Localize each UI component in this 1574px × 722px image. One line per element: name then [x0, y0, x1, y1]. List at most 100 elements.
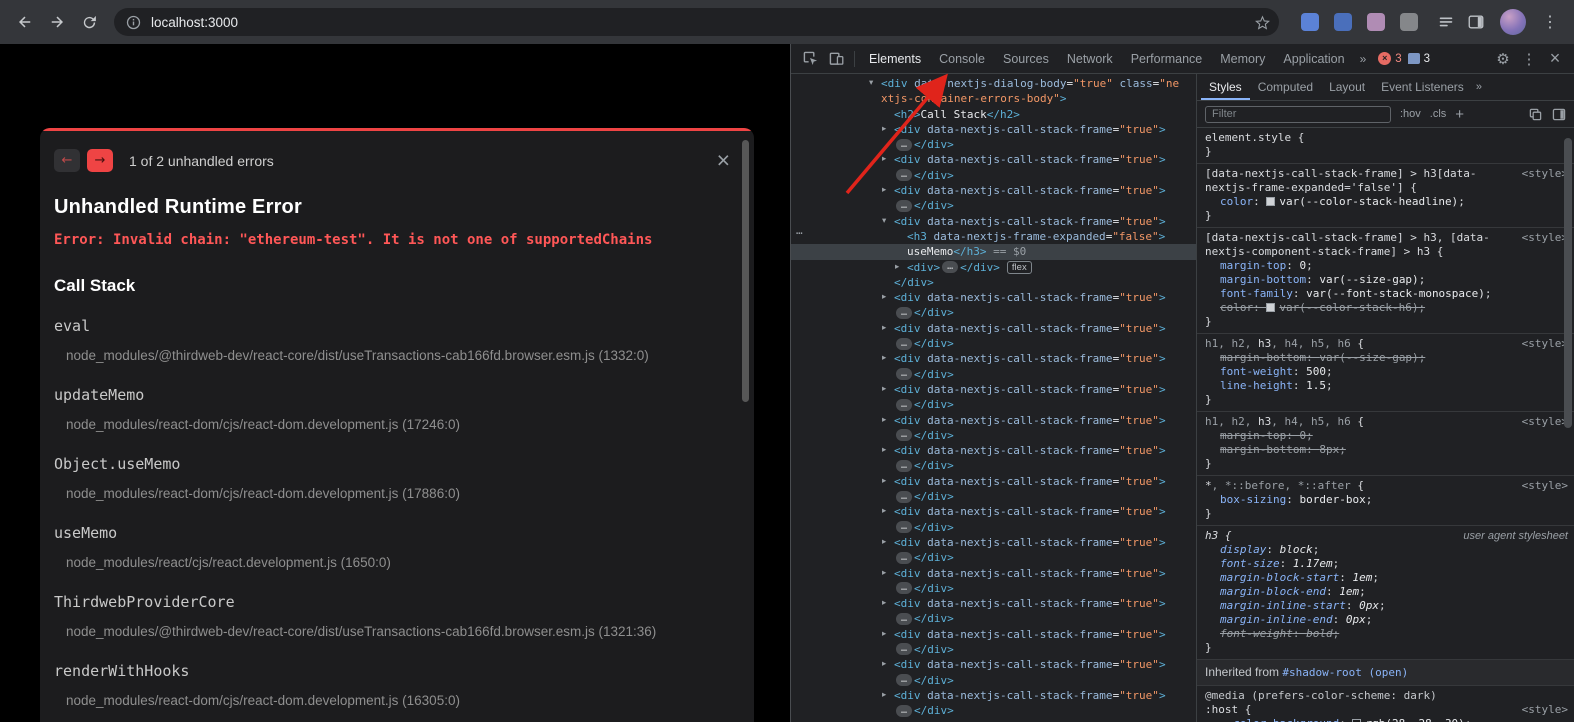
tree-node-line[interactable]: ▸<div data-nextjs-call-stack-frame="true… — [791, 321, 1196, 336]
devtools-tab-performance[interactable]: Performance — [1122, 44, 1212, 74]
tree-node-line[interactable]: <h2>Call Stack</h2> — [791, 107, 1196, 122]
side-panel-icon[interactable] — [1462, 8, 1490, 36]
site-info-icon[interactable] — [126, 15, 141, 30]
hover-state-button[interactable]: :hov — [1400, 108, 1421, 120]
tree-node-line[interactable]: …</div> — [791, 137, 1196, 152]
rule-origin-link[interactable]: <style> — [1522, 231, 1568, 245]
issue-count-badge[interactable]: 3 — [1408, 53, 1430, 65]
tree-node-line[interactable]: ▸<div data-nextjs-call-stack-frame="true… — [791, 183, 1196, 198]
css-declaration[interactable]: margin-inline-end: 0px; — [1205, 613, 1566, 627]
tree-node-line[interactable]: ▸<div data-nextjs-call-stack-frame="true… — [791, 382, 1196, 397]
inline-expand-button[interactable]: … — [896, 429, 912, 441]
disclosure-arrow-icon[interactable]: ▸ — [882, 627, 894, 642]
close-dialog-icon[interactable]: × — [717, 149, 730, 172]
disclosure-arrow-icon[interactable]: ▸ — [882, 413, 894, 428]
tree-node-line[interactable]: ▾<div data-nextjs-dialog-body="true" cla… — [791, 76, 1196, 91]
back-button[interactable] — [10, 7, 40, 37]
disclosure-arrow-icon[interactable]: ▸ — [882, 535, 894, 550]
disclosure-arrow-icon[interactable]: ▸ — [882, 596, 894, 611]
class-toggle-button[interactable]: .cls — [1430, 108, 1447, 120]
color-swatch[interactable] — [1266, 303, 1275, 312]
css-declaration[interactable]: line-height: 1.5; — [1205, 379, 1516, 393]
tree-node-line[interactable]: …</div> — [791, 336, 1196, 351]
disclosure-arrow-icon[interactable]: ▸ — [882, 351, 894, 366]
dialog-scrollbar[interactable] — [742, 140, 749, 402]
css-declaration[interactable]: margin-top: 0; — [1205, 259, 1516, 273]
disclosure-arrow-icon[interactable]: ▸ — [895, 260, 907, 275]
css-declaration[interactable]: font-size: 1.17em; — [1205, 557, 1566, 571]
disclosure-arrow-icon[interactable]: ▸ — [882, 122, 894, 137]
tree-node-line[interactable]: ▸<div data-nextjs-call-stack-frame="true… — [791, 504, 1196, 519]
tree-node-line[interactable]: ▸<div data-nextjs-call-stack-frame="true… — [791, 596, 1196, 611]
styles-tab-layout[interactable]: Layout — [1321, 74, 1373, 100]
inline-expand-button[interactable]: … — [896, 139, 912, 151]
styles-tab-computed[interactable]: Computed — [1250, 74, 1321, 100]
tree-node-line[interactable]: ▸<div data-nextjs-call-stack-frame="true… — [791, 122, 1196, 137]
inline-expand-button[interactable]: … — [942, 261, 958, 273]
tree-node-line[interactable]: <h3 data-nextjs-frame-expanded="false"> — [791, 229, 1196, 244]
rule-selector[interactable]: h1, h2, h3, h4, h5, h6 { — [1205, 337, 1516, 351]
tree-node-line[interactable]: …</div> — [791, 520, 1196, 535]
address-bar[interactable]: localhost:3000 — [114, 8, 1279, 36]
disclosure-arrow-icon[interactable]: ▸ — [882, 183, 894, 198]
inline-expand-button[interactable]: … — [896, 674, 912, 686]
rule-selector[interactable]: *, *::before, *::after { — [1205, 479, 1516, 493]
extension-icon-1[interactable] — [1301, 13, 1319, 31]
rule-selector[interactable]: element.style { — [1205, 131, 1516, 145]
forward-button[interactable] — [42, 7, 72, 37]
tree-node-line[interactable]: …</div> — [791, 367, 1196, 382]
devtools-tab-application[interactable]: Application — [1274, 44, 1353, 74]
extension-icon-2[interactable] — [1334, 13, 1352, 31]
inline-expand-button[interactable]: … — [896, 491, 912, 503]
close-devtools-icon[interactable]: × — [1542, 46, 1568, 72]
css-declaration[interactable]: font-weight: bold; — [1205, 627, 1566, 641]
tree-node-line[interactable]: ▸<div data-nextjs-call-stack-frame="true… — [791, 351, 1196, 366]
device-toolbar-icon[interactable] — [823, 46, 849, 72]
inline-expand-button[interactable]: … — [896, 200, 912, 212]
inspect-element-icon[interactable] — [797, 46, 823, 72]
rule-selector[interactable]: [data-nextjs-call-stack-frame] > h3[data… — [1205, 167, 1516, 195]
rule-selector[interactable]: [data-nextjs-call-stack-frame] > h3, [da… — [1205, 231, 1516, 259]
error-count-badge[interactable]: ×3 — [1378, 52, 1401, 65]
tree-node-line[interactable]: …</div> — [791, 489, 1196, 504]
inline-expand-button[interactable]: … — [896, 307, 912, 319]
css-declaration[interactable]: display: block; — [1205, 543, 1566, 557]
tree-node-line[interactable]: …</div> — [791, 550, 1196, 565]
rule-origin-link[interactable]: <style> — [1522, 337, 1568, 351]
reload-button[interactable] — [74, 7, 104, 37]
more-panels-icon[interactable]: » — [1354, 52, 1373, 66]
css-declaration[interactable]: margin-block-start: 1em; — [1205, 571, 1566, 585]
disclosure-arrow-icon[interactable]: ▸ — [882, 321, 894, 336]
devtools-tab-sources[interactable]: Sources — [994, 44, 1058, 74]
tree-node-line[interactable]: ▸<div data-nextjs-call-stack-frame="true… — [791, 535, 1196, 550]
disclosure-arrow-icon[interactable]: ▾ — [869, 76, 881, 91]
styles-tab-styles[interactable]: Styles — [1201, 74, 1250, 100]
disclosure-arrow-icon[interactable]: ▸ — [882, 152, 894, 167]
rule-selector[interactable]: h1, h2, h3, h4, h5, h6 { — [1205, 415, 1516, 429]
styles-scrollbar[interactable] — [1564, 138, 1572, 428]
previous-error-button[interactable]: ← — [54, 149, 80, 172]
more-sidebar-tabs-icon[interactable]: » — [1472, 74, 1486, 100]
tree-node-line[interactable]: ▸<div data-nextjs-call-stack-frame="true… — [791, 566, 1196, 581]
reading-list-icon[interactable] — [1432, 8, 1460, 36]
disclosure-arrow-icon[interactable]: ▾ — [882, 214, 894, 229]
disclosure-arrow-icon[interactable]: ▸ — [882, 443, 894, 458]
tree-node-line[interactable]: …</div> — [791, 703, 1196, 718]
disclosure-arrow-icon[interactable]: ▸ — [882, 566, 894, 581]
tree-node-line[interactable]: …</div> — [791, 305, 1196, 320]
tree-node-line[interactable]: …</div> — [791, 198, 1196, 213]
css-declaration[interactable]: --color-background: rgb(28, 28, 30); — [1205, 717, 1516, 722]
rule-origin-link[interactable]: <style> — [1522, 479, 1568, 493]
shadow-root-link[interactable]: #shadow-root (open) — [1282, 666, 1408, 679]
inline-expand-button[interactable]: … — [896, 460, 912, 472]
tree-node-line[interactable]: ▸<div data-nextjs-call-stack-frame="true… — [791, 443, 1196, 458]
rule-selector[interactable]: :host { — [1205, 703, 1516, 717]
settings-gear-icon[interactable]: ⚙ — [1490, 46, 1516, 72]
tree-node-line[interactable]: …</div> — [791, 673, 1196, 688]
css-declaration[interactable]: margin-top: 0; — [1205, 429, 1516, 443]
css-declaration[interactable]: margin-inline-start: 0px; — [1205, 599, 1566, 613]
tree-node-line[interactable]: ▸<div data-nextjs-call-stack-frame="true… — [791, 657, 1196, 672]
tree-node-line[interactable]: ▸<div data-nextjs-call-stack-frame="true… — [791, 290, 1196, 305]
devtools-tab-network[interactable]: Network — [1058, 44, 1122, 74]
tree-node-line[interactable]: ▸<div data-nextjs-call-stack-frame="true… — [791, 474, 1196, 489]
